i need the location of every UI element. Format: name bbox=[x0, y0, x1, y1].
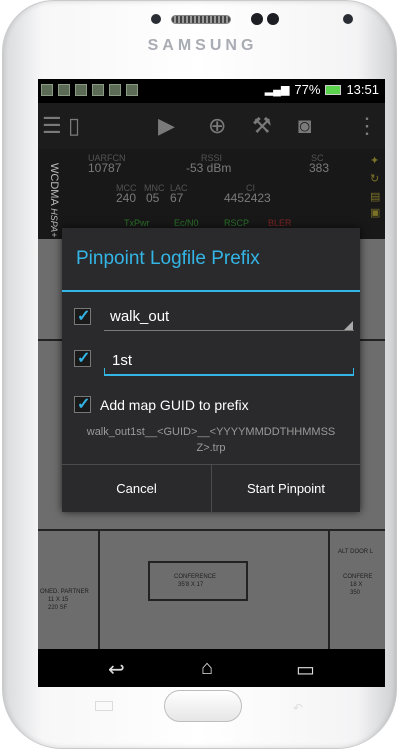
notification-icon bbox=[75, 84, 87, 96]
play-icon[interactable]: ▶ bbox=[158, 113, 175, 139]
battery-percent: 77% bbox=[294, 82, 321, 97]
cancel-button[interactable]: Cancel bbox=[62, 465, 211, 513]
home-hardware-button[interactable] bbox=[164, 690, 242, 722]
home-icon[interactable]: ⌂ bbox=[201, 657, 213, 680]
file-icon: ▤ bbox=[370, 191, 381, 203]
notification-icon bbox=[41, 84, 53, 96]
add-icon[interactable]: ⊕ bbox=[208, 113, 226, 139]
front-camera-icon bbox=[251, 13, 263, 25]
wall-line bbox=[38, 529, 385, 531]
dropdown-arrow-icon[interactable] bbox=[344, 321, 353, 330]
text-input-edge bbox=[104, 368, 105, 374]
map-label: CONFERE bbox=[343, 574, 373, 580]
satellite-icon: ✦ bbox=[370, 155, 380, 167]
wrench-icon[interactable]: ⚒ bbox=[252, 113, 272, 139]
clock: 13:51 bbox=[346, 82, 379, 97]
notification-icon bbox=[58, 84, 70, 96]
uarfcn-value: 10787 bbox=[88, 161, 122, 175]
guid-checkbox-label[interactable]: Add map GUID to prefix bbox=[100, 397, 249, 413]
lock-icon: ▣ bbox=[370, 207, 381, 219]
brand-logo: SAMSUNG bbox=[147, 37, 258, 54]
back-icon[interactable]: ↩ bbox=[108, 657, 125, 682]
device-icon[interactable]: ▯ bbox=[68, 113, 80, 139]
notification-icon bbox=[92, 84, 104, 96]
status-right: ▂▄▆ 77% 13:51 bbox=[265, 82, 379, 97]
mnc-value: 05 bbox=[146, 191, 160, 205]
checkmark-icon: ✓ bbox=[77, 308, 91, 325]
dialog-title: Pinpoint Logfile Prefix bbox=[76, 248, 260, 269]
ci-value: 4452423 bbox=[224, 191, 271, 205]
wall-line bbox=[328, 531, 330, 649]
dialog-title-divider bbox=[62, 290, 360, 292]
map-label: ONED. PARTNER bbox=[40, 589, 89, 595]
checkmark-icon: ✓ bbox=[77, 350, 91, 367]
battery-icon bbox=[325, 84, 342, 95]
dropdown-underline bbox=[104, 330, 354, 331]
map-label: 18 X bbox=[350, 582, 363, 588]
measurement-panel: UARFCN 10787 RSSI -53 dBm SC 383 MCC 240… bbox=[38, 149, 385, 239]
action-bar: ☰ ▯ ▶ ⊕ ⚒ ◙ ⋮ bbox=[38, 103, 385, 149]
wall-line bbox=[98, 531, 100, 649]
text-input-edge bbox=[353, 368, 354, 374]
prefix-dropdown[interactable]: walk_out bbox=[110, 308, 169, 325]
field1-checkbox[interactable]: ✓ bbox=[74, 308, 91, 325]
guid-checkbox[interactable]: ✓ bbox=[74, 396, 91, 413]
mcc-value: 240 bbox=[116, 191, 137, 205]
lac-value: 67 bbox=[170, 191, 184, 205]
map-label: 350 bbox=[350, 590, 361, 596]
conference-table bbox=[148, 561, 248, 601]
earpiece-speaker bbox=[171, 15, 231, 24]
text-input-underline bbox=[104, 374, 354, 376]
technology-subtype: HSPA+ bbox=[49, 208, 59, 238]
status-bar: ▂▄▆ 77% 13:51 bbox=[38, 79, 385, 103]
filename-preview-line2: Z>.trp bbox=[196, 442, 226, 454]
notification-icon bbox=[109, 84, 121, 96]
map-label: 11 X 15 bbox=[48, 597, 69, 603]
camera-icon[interactable]: ◙ bbox=[298, 113, 311, 139]
pinpoint-prefix-dialog: Pinpoint Logfile Prefix ✓ walk_out ✓ 1st… bbox=[62, 228, 360, 513]
proximity-sensor-icon bbox=[267, 13, 279, 25]
menu-icon[interactable]: ☰ bbox=[42, 113, 62, 139]
overflow-icon[interactable]: ⋮ bbox=[356, 113, 378, 139]
sensor-icon bbox=[151, 14, 161, 24]
start-pinpoint-button[interactable]: Start Pinpoint bbox=[212, 465, 360, 513]
recent-apps-icon[interactable]: ▭ bbox=[296, 657, 315, 682]
signal-icon: ▂▄▆ bbox=[264, 84, 290, 96]
technology-label: WCDMA HSPA+ bbox=[48, 163, 60, 237]
technology-value: WCDMA bbox=[48, 163, 60, 206]
map-label: 220 SF bbox=[48, 605, 68, 611]
menu-key-icon[interactable] bbox=[95, 701, 113, 711]
field2-checkbox[interactable]: ✓ bbox=[74, 350, 91, 367]
prefix-text-input[interactable]: 1st bbox=[112, 352, 132, 369]
map-label: ALT DOOR L bbox=[338, 549, 374, 555]
refresh-icon: ↻ bbox=[370, 173, 380, 185]
map-label: CONFERENCE bbox=[174, 574, 217, 580]
notification-icon bbox=[126, 84, 138, 96]
dialog-button-row: Cancel Start Pinpoint bbox=[62, 464, 360, 513]
back-key-icon[interactable]: ↶ bbox=[293, 701, 303, 715]
map-label: 35'8 X 17 bbox=[178, 582, 204, 588]
notification-icons bbox=[41, 84, 138, 96]
filename-preview-line1: walk_out1st__<GUID>__<YYYYMMDDTHHMMSS bbox=[86, 426, 336, 438]
sc-value: 383 bbox=[309, 161, 330, 175]
navigation-bar: ↩ ⌂ ▭ bbox=[38, 649, 385, 687]
light-sensor-icon bbox=[343, 14, 353, 24]
checkmark-icon: ✓ bbox=[77, 396, 91, 413]
rssi-value: -53 dBm bbox=[186, 161, 232, 175]
